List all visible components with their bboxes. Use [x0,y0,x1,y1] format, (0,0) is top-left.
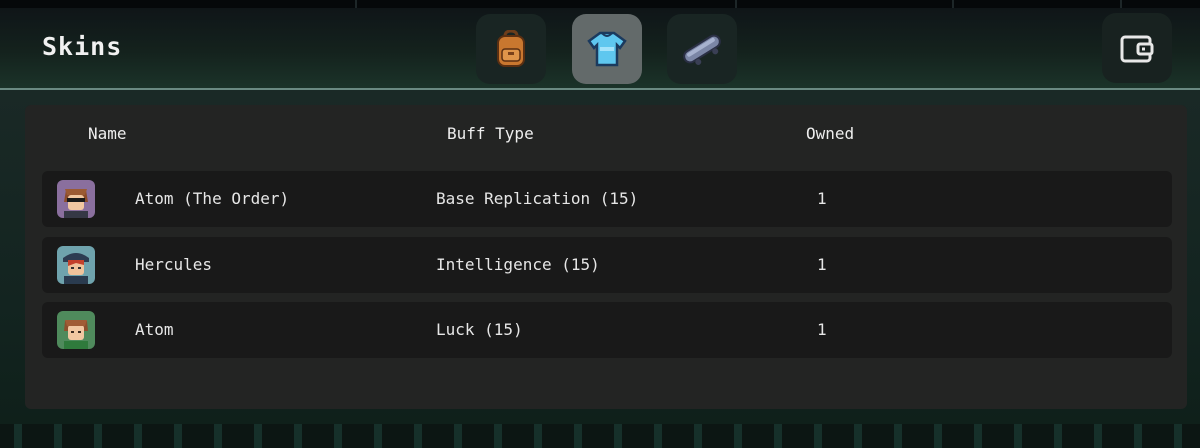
column-header-name: Name [88,124,127,143]
skin-name: Hercules [135,255,213,274]
tab-backpack[interactable] [476,14,546,84]
skin-name: Atom [135,320,174,339]
avatar [57,311,95,349]
column-header-buff-type: Buff Type [447,124,534,143]
backpack-icon [497,30,525,67]
skin-name: Atom (The Order) [135,189,290,208]
tab-skateboard[interactable] [667,14,737,84]
column-header-owned: Owned [806,124,855,143]
tab-skins[interactable] [572,14,642,84]
avatar [57,246,95,284]
table-row[interactable]: Atom Luck (15) 1 [42,302,1172,358]
table-row[interactable]: Atom (The Order) Base Replication (15) 1 [42,171,1172,227]
wallet-icon [1120,35,1154,63]
skateboard-icon [683,34,721,65]
page-title: Skins [42,32,123,61]
owned-count: 1 [817,320,827,339]
table-row[interactable]: Hercules Intelligence (15) 1 [42,237,1172,293]
owned-count: 1 [817,255,827,274]
avatar [57,180,95,218]
buff-type: Base Replication (15) [436,189,639,208]
buff-type: Intelligence (15) [436,255,600,274]
buff-type: Luck (15) [436,320,523,339]
wallet-button[interactable] [1102,13,1172,83]
owned-count: 1 [817,189,827,208]
top-strip [0,0,1200,8]
shirt-icon [587,31,627,67]
bottom-decoration [0,424,1200,448]
